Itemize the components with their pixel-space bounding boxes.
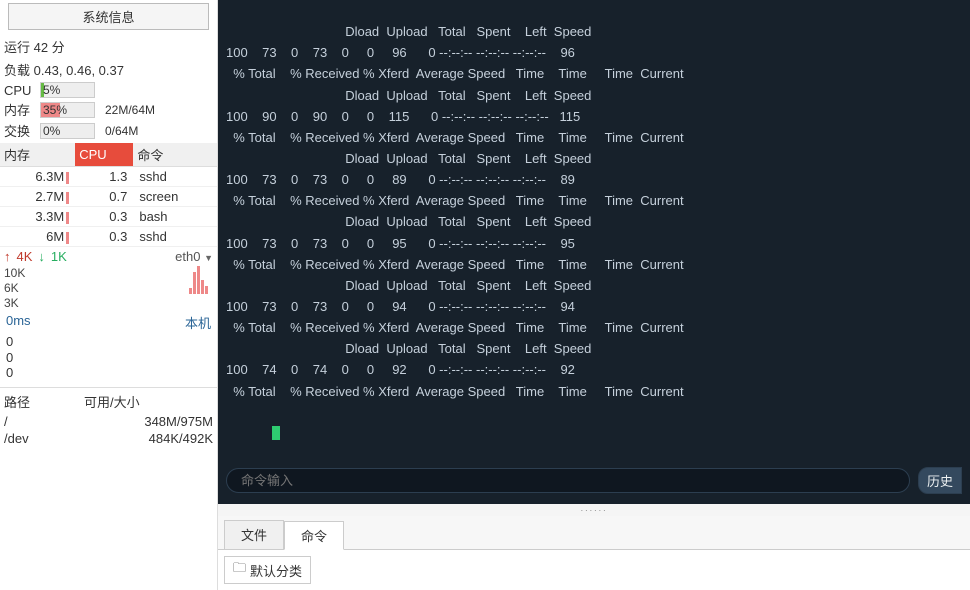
mem-label: 内存	[4, 100, 36, 119]
swap-detail: 0/64M	[99, 124, 138, 138]
command-input[interactable]	[226, 468, 910, 493]
ping-ms: 0ms	[6, 313, 31, 332]
disk-header-size[interactable]: 可用/大小	[84, 392, 140, 411]
net-scale: 10K6K3K	[0, 266, 29, 311]
history-button[interactable]: 历史	[918, 467, 962, 494]
mem-bar: 35%	[40, 102, 95, 118]
table-row[interactable]: 6M0.3sshd	[0, 227, 217, 247]
system-info-button[interactable]: 系统信息	[8, 3, 209, 30]
disk-row[interactable]: /348M/975M	[0, 413, 217, 430]
swap-label: 交换	[4, 121, 36, 140]
splitter-handle[interactable]: ∙∙∙∙∙∙	[218, 504, 970, 516]
process-table: 内存 CPU 命令 6.3M1.3sshd 2.7M0.7screen 3.3M…	[0, 143, 217, 247]
chevron-down-icon: ▼	[204, 253, 213, 263]
table-row[interactable]: 6.3M1.3sshd	[0, 167, 217, 187]
arrow-up-icon: ↑	[4, 249, 11, 264]
ping-row: 0ms 本机	[0, 311, 217, 334]
net-down-val: 1K	[51, 249, 67, 264]
left-panel: 系统信息 运行 42 分 负载 0.43, 0.46, 0.37 CPU 5% …	[0, 0, 218, 590]
terminal-output[interactable]: Dload Upload Total Spent Left Speed 100 …	[218, 0, 970, 459]
net-up-val: 4K	[17, 249, 33, 264]
tab-file[interactable]: 文件	[224, 520, 284, 549]
right-panel: Dload Upload Total Spent Left Speed 100 …	[218, 0, 970, 590]
net-iface-dropdown[interactable]: eth0 ▼	[175, 249, 213, 264]
net-sparkline	[33, 266, 213, 294]
bottom-body: 🗀 默认分类	[218, 550, 970, 590]
cpu-label: CPU	[4, 83, 36, 98]
cpu-row: CPU 5%	[0, 81, 217, 99]
proc-header-cpu[interactable]: CPU	[75, 143, 133, 167]
default-category-button[interactable]: 🗀 默认分类	[224, 556, 311, 584]
folder-icon: 🗀	[233, 559, 246, 581]
tab-command[interactable]: 命令	[284, 521, 344, 550]
uptime-text: 运行 42 分	[0, 35, 217, 58]
disk-header: 路径 可用/大小	[0, 387, 217, 413]
command-input-row: 历史	[218, 459, 970, 504]
table-row[interactable]: 3.3M0.3bash	[0, 207, 217, 227]
network-row: ↑ 4K ↓ 1K eth0 ▼	[0, 247, 217, 266]
cpu-bar: 5%	[40, 82, 95, 98]
disk-row[interactable]: /dev484K/492K	[0, 430, 217, 447]
load-text: 负载 0.43, 0.46, 0.37	[0, 58, 217, 81]
swap-bar: 0%	[40, 123, 95, 139]
mem-detail: 22M/64M	[99, 103, 155, 117]
bottom-tabs: 文件 命令	[218, 516, 970, 550]
proc-header-mem[interactable]: 内存	[0, 143, 75, 167]
disk-header-path[interactable]: 路径	[4, 392, 84, 411]
mem-row: 内存 35% 22M/64M	[0, 99, 217, 120]
ping-dest-dropdown[interactable]: 本机	[185, 313, 211, 332]
terminal-cursor	[272, 426, 280, 440]
proc-header-cmd[interactable]: 命令	[133, 143, 217, 167]
swap-row: 交换 0% 0/64M	[0, 120, 217, 141]
table-row[interactable]: 2.7M0.7screen	[0, 187, 217, 207]
arrow-down-icon: ↓	[38, 249, 45, 264]
ping-zeros: 000	[0, 334, 217, 381]
